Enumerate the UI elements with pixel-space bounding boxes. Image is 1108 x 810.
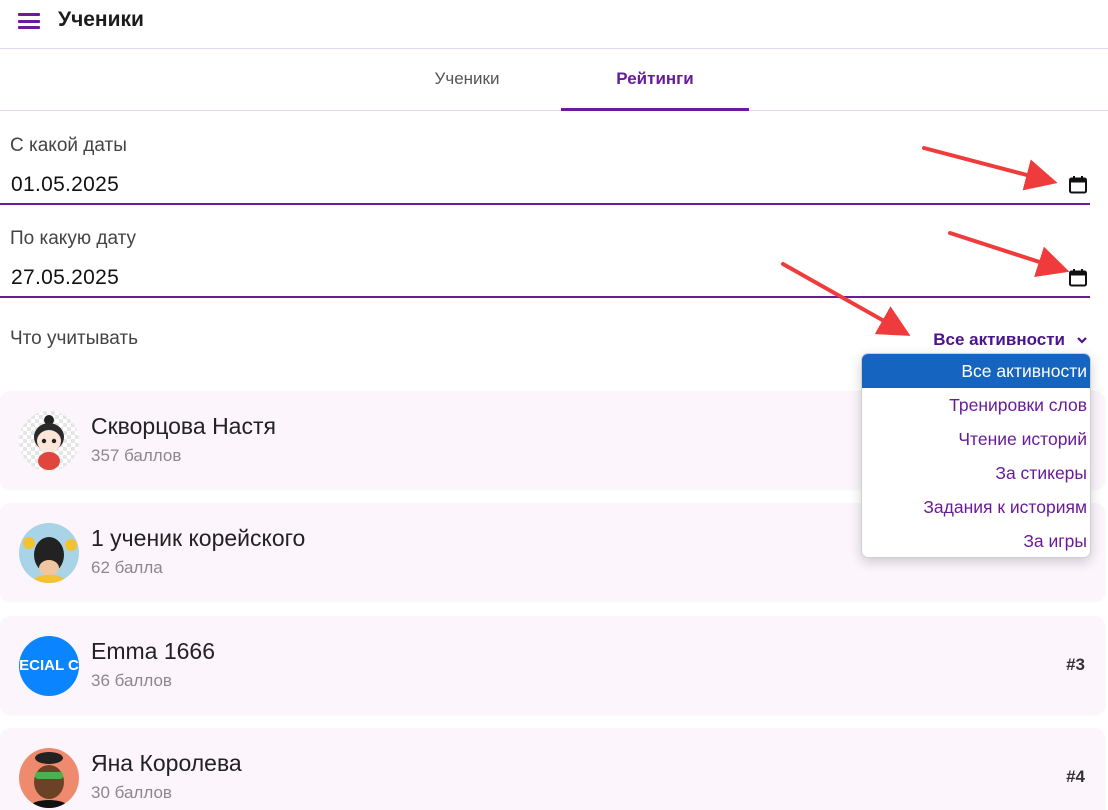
- avatar-text: ECIAL C: [19, 657, 79, 674]
- from-date-input[interactable]: 01.05.2025: [0, 165, 1090, 205]
- app-bar: Ученики: [0, 0, 1108, 49]
- dropdown-option[interactable]: Тренировки слов: [862, 388, 1090, 422]
- dropdown-option[interactable]: Все активности: [862, 354, 1090, 388]
- tab-bar: Ученики Рейтинги: [0, 49, 1108, 111]
- student-points: 30 баллов: [91, 783, 172, 802]
- student-rank: #3: [1066, 655, 1085, 674]
- menu-icon[interactable]: [18, 13, 40, 29]
- dropdown-option[interactable]: За стикеры: [862, 456, 1090, 490]
- avatar: [19, 523, 79, 583]
- to-date-input[interactable]: 27.05.2025: [0, 258, 1090, 298]
- student-card[interactable]: Яна Королева 30 баллов #4: [0, 728, 1105, 810]
- dropdown-option[interactable]: Задания к историям: [862, 490, 1090, 524]
- activity-select[interactable]: Все активности: [933, 330, 1089, 350]
- avatar: [19, 411, 79, 471]
- page-title: Ученики: [58, 8, 144, 31]
- activity-select-value: Все активности: [933, 330, 1065, 349]
- calendar-icon[interactable]: [1068, 268, 1088, 288]
- student-points: 357 баллов: [91, 446, 182, 465]
- student-points: 36 баллов: [91, 671, 172, 690]
- activity-dropdown-menu: Все активности Тренировки слов Чтение ис…: [861, 353, 1091, 558]
- to-date-label: По какую дату: [10, 228, 137, 249]
- chevron-down-icon: [1077, 337, 1087, 344]
- avatar: ECIAL C: [19, 636, 79, 696]
- dropdown-option[interactable]: Чтение историй: [862, 422, 1090, 456]
- student-rank: #4: [1066, 767, 1085, 786]
- student-name: Emma 1666: [91, 638, 216, 664]
- from-date-value: 01.05.2025: [11, 173, 120, 196]
- tab-students[interactable]: Ученики: [373, 49, 561, 110]
- student-name: 1 ученик корейского: [91, 525, 306, 551]
- avatar: [19, 748, 79, 808]
- student-name: Яна Королева: [91, 750, 242, 776]
- student-card[interactable]: ECIAL C Emma 1666 36 баллов #3: [0, 616, 1105, 714]
- from-date-label: С какой даты: [10, 135, 127, 156]
- student-points: 62 балла: [91, 558, 163, 577]
- count-label: Что учитывать: [10, 328, 138, 349]
- student-name: Скворцова Настя: [91, 413, 276, 439]
- calendar-icon[interactable]: [1068, 175, 1088, 195]
- tab-ratings[interactable]: Рейтинги: [561, 49, 749, 111]
- dropdown-option[interactable]: За игры: [862, 524, 1090, 557]
- to-date-value: 27.05.2025: [11, 266, 120, 289]
